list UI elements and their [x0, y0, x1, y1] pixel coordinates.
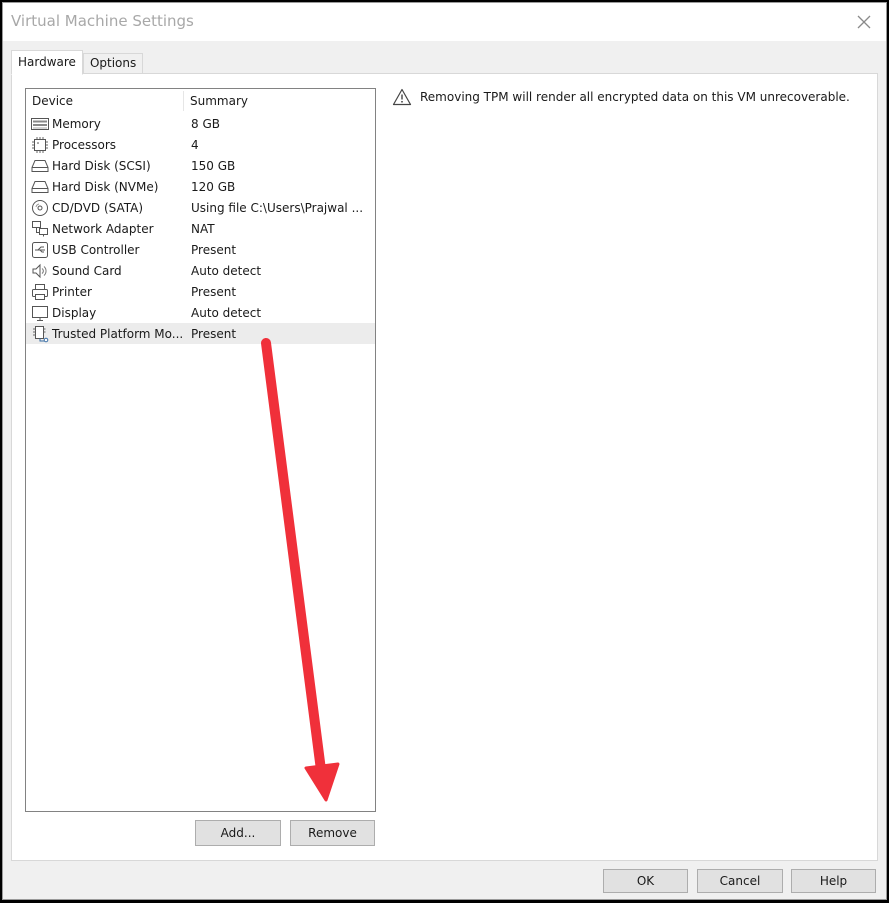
warning-icon — [392, 88, 412, 106]
help-button[interactable]: Help — [791, 869, 876, 893]
device-summary: Present — [191, 242, 237, 257]
column-header-summary[interactable]: Summary — [184, 91, 248, 111]
device-summary: 150 GB — [191, 158, 236, 173]
hard-disk-icon — [30, 178, 50, 196]
device-row-usb-controller[interactable]: USB Controller Present — [26, 239, 375, 260]
device-name: Hard Disk (SCSI) — [52, 158, 151, 173]
cancel-button[interactable]: Cancel — [697, 869, 783, 893]
display-icon — [30, 304, 50, 322]
device-summary: Auto detect — [191, 305, 262, 320]
device-list[interactable]: Device Summary Memory 8 GB Processors 4 … — [25, 88, 376, 812]
device-summary: NAT — [191, 221, 215, 236]
title-bar: Virtual Machine Settings — [3, 3, 886, 41]
device-row-memory[interactable]: Memory 8 GB — [26, 113, 375, 134]
device-summary: 4 — [191, 137, 199, 152]
device-row-processors[interactable]: Processors 4 — [26, 134, 375, 155]
device-name: Network Adapter — [52, 221, 154, 236]
close-button[interactable] — [850, 9, 878, 35]
list-header: Device Summary — [26, 89, 375, 113]
device-row-hard-disk-nvme[interactable]: Hard Disk (NVMe) 120 GB — [26, 176, 375, 197]
sound-card-icon — [30, 262, 50, 280]
device-name: USB Controller — [52, 242, 140, 257]
tpm-warning: Removing TPM will render all encrypted d… — [392, 88, 850, 106]
close-icon — [857, 15, 871, 29]
device-row-sound-card[interactable]: Sound Card Auto detect — [26, 260, 375, 281]
ok-button[interactable]: OK — [603, 869, 688, 893]
device-summary: Present — [191, 284, 237, 299]
column-header-device[interactable]: Device — [26, 91, 184, 111]
device-row-hard-disk-scsi[interactable]: Hard Disk (SCSI) 150 GB — [26, 155, 375, 176]
device-summary: 120 GB — [191, 179, 236, 194]
tab-options[interactable]: Options — [82, 53, 144, 74]
device-summary: Present — [191, 326, 237, 341]
hard-disk-icon — [30, 157, 50, 175]
device-name: Display — [52, 305, 97, 320]
cd-dvd-icon — [30, 199, 50, 217]
device-row-cd-dvd[interactable]: CD/DVD (SATA) Using file C:\Users\Prajwa… — [26, 197, 375, 218]
device-row-display[interactable]: Display Auto detect — [26, 302, 375, 323]
device-summary: Using file C:\Users\Prajwal ... — [191, 200, 364, 215]
device-name: Trusted Platform Mo... — [52, 326, 184, 341]
window-title: Virtual Machine Settings — [11, 12, 194, 30]
memory-icon — [30, 115, 50, 133]
device-row-network-adapter[interactable]: Network Adapter NAT — [26, 218, 375, 239]
device-name: Processors — [52, 137, 117, 152]
remove-device-button[interactable]: Remove — [290, 820, 375, 846]
device-summary: 8 GB — [191, 116, 220, 131]
processor-icon — [30, 136, 50, 154]
vm-settings-dialog: Virtual Machine Settings Hardware Option… — [2, 2, 887, 900]
device-row-printer[interactable]: Printer Present — [26, 281, 375, 302]
tab-hardware[interactable]: Hardware — [11, 50, 83, 75]
network-adapter-icon — [30, 220, 50, 238]
printer-icon — [30, 283, 50, 301]
device-row-trusted-platform-module[interactable]: Trusted Platform Mo... Present — [26, 323, 375, 344]
device-name: CD/DVD (SATA) — [52, 200, 144, 215]
device-name: Hard Disk (NVMe) — [52, 179, 159, 194]
device-name: Memory — [52, 116, 101, 131]
usb-icon — [30, 241, 50, 259]
device-name: Sound Card — [52, 263, 122, 278]
warning-text: Removing TPM will render all encrypted d… — [420, 90, 850, 104]
add-device-button[interactable]: Add... — [195, 820, 281, 846]
tpm-icon — [30, 325, 50, 343]
tab-strip: Hardware Options — [11, 50, 144, 75]
hardware-tab-panel: Device Summary Memory 8 GB Processors 4 … — [11, 73, 878, 861]
device-summary: Auto detect — [191, 263, 262, 278]
device-name: Printer — [52, 284, 92, 299]
